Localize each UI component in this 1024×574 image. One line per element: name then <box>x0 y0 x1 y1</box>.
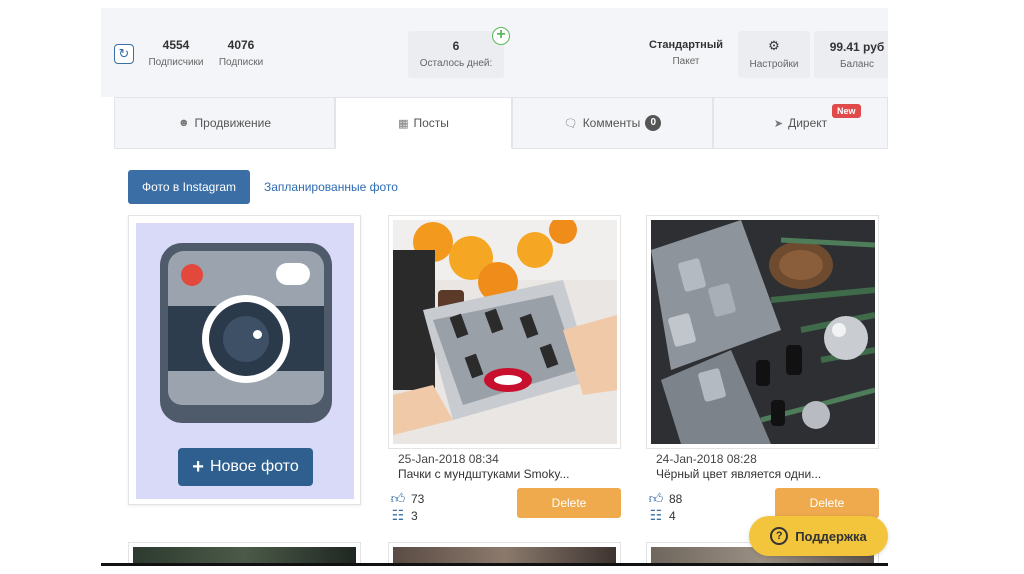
comments-icon: ☷ <box>649 507 663 523</box>
tab-promotion-label: Продвижение <box>194 116 272 130</box>
gear-icon: ⚙ <box>768 38 780 53</box>
new-photo-button[interactable]: + Новое фото <box>178 448 313 486</box>
stat-balance: 99.41 руб Баланс <box>814 40 888 70</box>
grid-icon: ▦ <box>398 117 409 130</box>
post-image[interactable] <box>388 215 621 449</box>
post-comments: ☷ 3 <box>390 507 418 524</box>
balance-value: 99.41 руб <box>829 40 885 54</box>
support-label: Поддержка <box>795 528 867 544</box>
post-likes: 👍︎ 73 <box>390 490 425 507</box>
stats-bar: ↻ 4554 Подписчики 4076 Подписки 6 Остало… <box>101 8 888 97</box>
window-bottom-edge <box>101 563 888 566</box>
main-tabs: ☻ Продвижение ▦ Посты 🗨 Комменты 0 ➤ Дир… <box>114 97 888 149</box>
stat-following: 4076 Подписки <box>209 38 273 68</box>
delete-button[interactable]: Delete <box>517 488 621 518</box>
stat-settings: ⚙ Настройки <box>738 38 810 70</box>
thumbs-up-icon: 👍︎ <box>390 490 406 506</box>
tab-posts-label: Посты <box>413 116 449 130</box>
refresh-icon[interactable]: ↻ <box>114 44 134 64</box>
post-date: 24-Jan-2018 08:28 <box>656 452 757 466</box>
comments-count: 4 <box>669 508 676 523</box>
subtab-instagram-photos[interactable]: Фото в Instagram <box>128 170 250 204</box>
package-label: Пакет <box>672 56 700 67</box>
stat-subscribers: 4554 Подписчики <box>141 38 211 68</box>
post-likes: 👍︎ 88 <box>648 490 683 507</box>
tab-comments[interactable]: 🗨 Комменты 0 <box>512 97 713 149</box>
post-caption: Пачки с мундштуками Smoky... <box>398 467 570 481</box>
package-name: Стандартный <box>649 39 723 51</box>
new-photo-tile: + Новое фото <box>128 215 361 505</box>
post-card: 24-Jan-2018 08:28 Чёрный цвет является о… <box>646 215 879 525</box>
balance-card[interactable]: 99.41 руб Баланс <box>814 31 888 78</box>
comments-count: 3 <box>411 508 418 523</box>
post-photo-black-candies <box>651 220 875 444</box>
new-photo-label: Новое фото <box>209 458 299 475</box>
post-card: 25-Jan-2018 08:34 Пачки с мундштуками Sm… <box>388 215 621 525</box>
tab-promotion[interactable]: ☻ Продвижение <box>114 97 335 149</box>
question-icon: ? <box>770 527 789 545</box>
likes-count: 88 <box>669 491 683 506</box>
new-photo-background: + Новое фото <box>136 223 354 499</box>
users-icon: ☻ <box>177 117 190 129</box>
thumbs-up-icon: 👍︎ <box>648 490 664 506</box>
days-left-count: 6 <box>452 39 460 53</box>
plus-icon: + <box>192 456 204 478</box>
app-window: ↻ 4554 Подписчики 4076 Подписки 6 Остало… <box>101 8 888 566</box>
tab-direct-label: Директ <box>788 116 828 130</box>
tab-direct[interactable]: ➤ Директ <box>713 97 888 149</box>
comments-icon: ☷ <box>391 507 405 523</box>
following-count: 4076 <box>227 38 255 52</box>
support-button[interactable]: ? Поддержка <box>749 516 888 556</box>
stat-days-left: 6 Осталось дней: <box>408 39 504 69</box>
post-caption: Чёрный цвет является одни... <box>656 467 822 481</box>
subscribers-label: Подписчики <box>148 57 204 68</box>
post-comments: ☷ 4 <box>648 507 676 524</box>
days-left-card: 6 Осталось дней: <box>408 31 504 78</box>
subscribers-count: 4554 <box>162 38 190 52</box>
paper-plane-icon: ➤ <box>773 117 784 130</box>
new-badge: New <box>832 104 861 118</box>
likes-count: 73 <box>411 491 425 506</box>
camera-icon <box>160 243 332 423</box>
comments-icon: 🗨 <box>563 117 578 130</box>
balance-label: Баланс <box>839 59 875 70</box>
delete-button[interactable]: Delete <box>775 488 879 518</box>
tab-comments-label: Комменты <box>582 116 641 130</box>
stat-package: Стандартный Пакет <box>646 39 726 67</box>
post-photo-candies-oranges <box>393 220 617 444</box>
tab-posts[interactable]: ▦ Посты <box>335 97 512 149</box>
settings-button[interactable]: ⚙ Настройки <box>738 31 810 78</box>
days-left-label: Осталось дней: <box>419 58 493 69</box>
post-date: 25-Jan-2018 08:34 <box>398 452 499 466</box>
settings-label: Настройки <box>749 59 799 70</box>
post-image[interactable] <box>646 215 879 449</box>
comments-count-badge: 0 <box>645 115 662 131</box>
subtab-scheduled-photos[interactable]: Запланированные фото <box>264 180 398 194</box>
add-days-icon[interactable]: + <box>492 27 510 45</box>
following-label: Подписки <box>218 57 264 68</box>
